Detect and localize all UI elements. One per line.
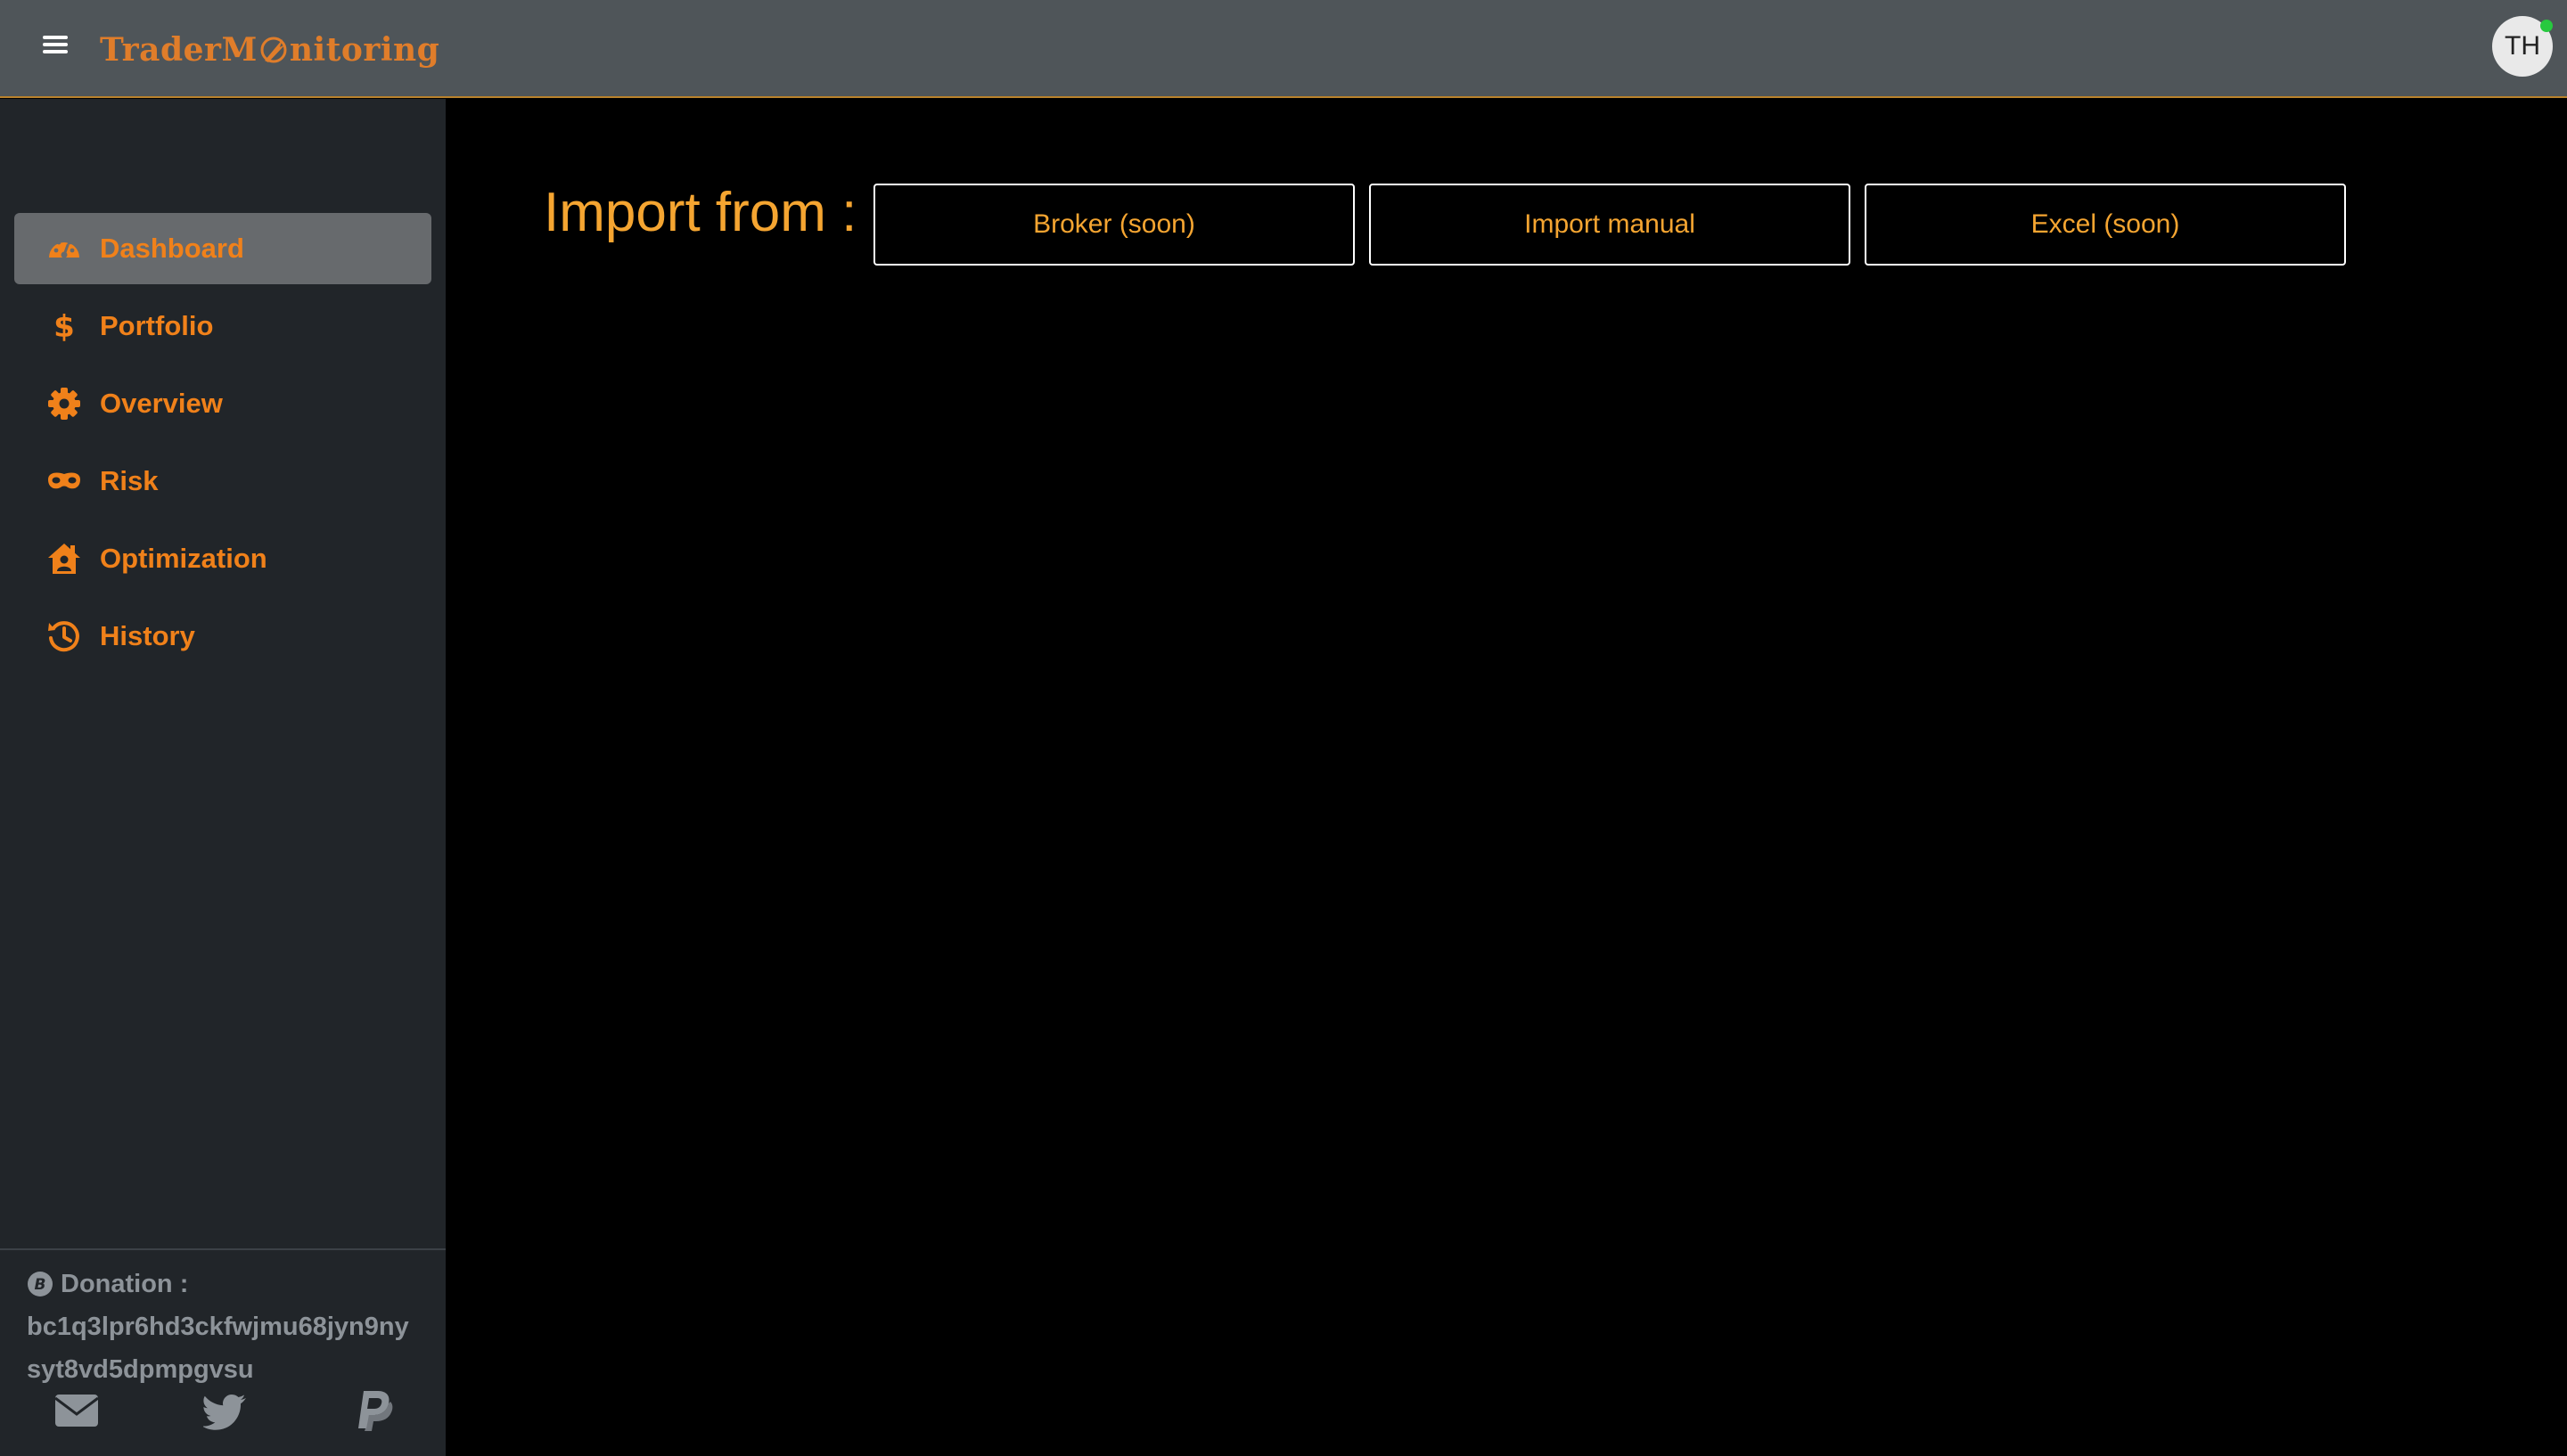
sidebar-item-overview[interactable]: Overview	[14, 368, 431, 439]
logo-text-right: nitoring	[289, 31, 440, 69]
sidebar-nav: Dashboard $ Portfolio Overview Risk Opti…	[14, 213, 431, 678]
svg-text:$: $	[53, 309, 75, 344]
svg-text:B: B	[35, 1276, 46, 1294]
user-avatar[interactable]: TH	[2492, 16, 2553, 77]
top-navbar: TraderM nitoring TH	[0, 0, 2567, 98]
dollar-icon: $	[53, 309, 75, 344]
gear-icon	[48, 388, 80, 420]
sidebar-item-label: Risk	[100, 465, 159, 496]
sidebar-item-risk[interactable]: Risk	[14, 446, 431, 517]
sidebar: Dashboard $ Portfolio Overview Risk Opti…	[0, 99, 446, 1456]
donation-title: B Donation :	[27, 1263, 419, 1305]
logo-text-left: TraderM	[100, 31, 258, 69]
sidebar-item-label: Overview	[100, 388, 223, 419]
broker-import-button[interactable]: Broker (soon)	[873, 184, 1355, 266]
excel-import-button[interactable]: Excel (soon)	[1865, 184, 2346, 266]
menu-line	[43, 50, 68, 53]
envelope-icon[interactable]	[53, 1387, 100, 1434]
history-icon	[48, 621, 79, 652]
sidebar-item-label: Portfolio	[100, 310, 214, 341]
social-links	[0, 1387, 446, 1450]
avatar-initials: TH	[2505, 31, 2540, 61]
rocket-icon	[260, 37, 287, 63]
sidebar-item-label: History	[100, 620, 195, 651]
sidebar-item-history[interactable]: History	[14, 601, 431, 672]
paypal-icon[interactable]	[351, 1387, 398, 1434]
sidebar-item-optimization[interactable]: Optimization	[14, 523, 431, 594]
online-status-dot	[2540, 20, 2553, 32]
bitcoin-address[interactable]: bc1q3lpr6hd3ckfwjmu68jyn9nysyt8vd5dpmpgv…	[27, 1305, 419, 1391]
sidebar-item-portfolio[interactable]: $ Portfolio	[14, 290, 431, 362]
tachometer-icon	[49, 240, 79, 258]
import-title: Import from :	[544, 182, 857, 243]
donation-label: Donation :	[61, 1270, 189, 1298]
sidebar-item-label: Dashboard	[100, 233, 244, 264]
menu-line	[43, 43, 68, 46]
menu-toggle-icon[interactable]	[36, 32, 75, 64]
mask-icon	[48, 472, 80, 489]
house-user-icon	[48, 544, 80, 574]
app-logo[interactable]: TraderM nitoring	[100, 23, 439, 77]
sidebar-item-label: Optimization	[100, 543, 267, 574]
bitcoin-icon: B	[28, 1272, 53, 1296]
manual-import-button[interactable]: Import manual	[1369, 184, 1850, 266]
menu-line	[43, 36, 68, 39]
main-content: Import from : Broker (soon) Import manua…	[446, 99, 2567, 1456]
twitter-icon[interactable]	[203, 1387, 250, 1434]
donation-section: B Donation : bc1q3lpr6hd3ckfwjmu68jyn9ny…	[0, 1248, 446, 1391]
sidebar-item-dashboard[interactable]: Dashboard	[14, 213, 431, 284]
